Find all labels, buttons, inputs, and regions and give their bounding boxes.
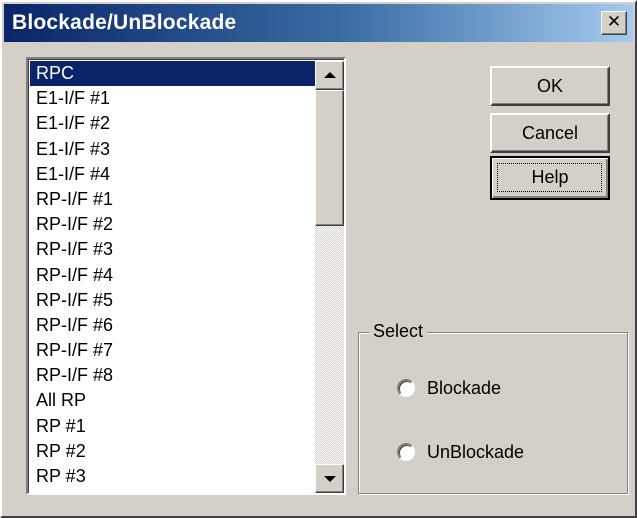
radio-unblockade-label[interactable]: UnBlockade xyxy=(427,442,524,463)
help-button[interactable]: Help xyxy=(490,156,610,200)
list-item[interactable]: RP-I/F #3 xyxy=(30,237,315,262)
arrow-up-icon xyxy=(324,72,336,78)
radio-button-icon[interactable] xyxy=(397,443,415,461)
select-group-legend: Select xyxy=(369,321,428,342)
radio-blockade[interactable]: Blockade xyxy=(397,376,501,400)
scroll-up-button[interactable] xyxy=(315,61,344,90)
list-item[interactable]: E1-I/F #2 xyxy=(30,111,315,136)
list-item[interactable]: RP #2 xyxy=(30,439,315,464)
list-item[interactable]: RP #3 xyxy=(30,464,315,489)
arrow-down-icon xyxy=(324,476,336,482)
radio-blockade-label[interactable]: Blockade xyxy=(427,378,501,399)
select-groupbox: Select Blockade UnBlockade xyxy=(358,321,628,494)
list-item[interactable]: RP-I/F #7 xyxy=(30,338,315,363)
scroll-down-button[interactable] xyxy=(315,464,344,493)
ok-button[interactable]: OK xyxy=(490,66,610,106)
list-items-container: RPC E1-I/F #1 E1-I/F #2 E1-I/F #3 E1-I/F #4 R… xyxy=(30,61,315,493)
list-item[interactable]: RP-I/F #1 xyxy=(30,187,315,212)
window-title: Blockade/UnBlockade xyxy=(12,11,237,34)
list-item[interactable]: RP-I/F #5 xyxy=(30,288,315,313)
list-item[interactable]: RP-I/F #2 xyxy=(30,212,315,237)
list-item[interactable]: RPC xyxy=(30,61,315,87)
list-item[interactable]: RP-I/F #8 xyxy=(30,363,315,388)
list-item[interactable]: E1-I/F #4 xyxy=(30,162,315,187)
list-item[interactable]: E1-I/F #3 xyxy=(30,137,315,162)
close-icon: ✕ xyxy=(606,12,622,32)
dialog-window: Blockade/UnBlockade ✕ RPC E1-I/F #1 E1-I/F… xyxy=(0,0,637,518)
item-listbox[interactable]: RPC E1-I/F #1 E1-I/F #2 E1-I/F #3 E1-I/F #4 R… xyxy=(26,57,346,495)
radio-unblockade[interactable]: UnBlockade xyxy=(397,440,524,464)
help-button-label: Help xyxy=(531,167,569,187)
close-button[interactable]: ✕ xyxy=(601,11,627,35)
cancel-button[interactable]: Cancel xyxy=(490,113,610,153)
list-item[interactable]: RP-I/F #6 xyxy=(30,313,315,338)
list-item[interactable]: RP #1 xyxy=(30,414,315,439)
radio-button-icon[interactable] xyxy=(397,379,415,397)
title-bar[interactable]: Blockade/UnBlockade ✕ xyxy=(4,4,633,42)
vertical-scrollbar[interactable] xyxy=(315,61,344,493)
list-item[interactable]: All RP xyxy=(30,388,315,413)
list-item[interactable]: E1-I/F #1 xyxy=(30,86,315,111)
list-item[interactable]: RP-I/F #4 xyxy=(30,263,315,288)
scroll-thumb[interactable] xyxy=(315,90,344,226)
